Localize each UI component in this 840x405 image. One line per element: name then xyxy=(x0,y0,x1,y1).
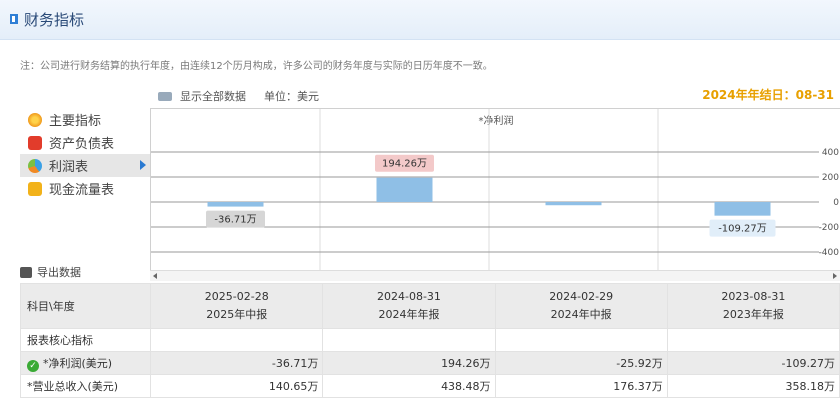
chart-plot: 400 200 0 -200 -400 -36.71万 194.26万 -109.27万 xyxy=(151,109,840,271)
section-title: 财务指标 xyxy=(24,11,85,29)
financial-table: 科目\年度 2025-02-28 2025年中报 2024-08-31 2024年年… xyxy=(19,283,840,398)
fiscal-year-note: 注：公司进行财务结算的执行年度，由连续12个历月构成，许多公司的财务年度与实际的… xyxy=(20,61,493,72)
y-tick-label: -400 xyxy=(819,248,840,258)
chart-toolbar: 显示全部数据 单位：美元 xyxy=(158,88,319,104)
cell-value: 438.48万 xyxy=(322,374,496,398)
period-header: 2025-02-28 2025年中报 xyxy=(150,283,324,329)
net-profit-chart: *净利润 400 200 0 -200 -400 -36.71万 194.26万 -109.2… xyxy=(150,108,840,271)
period-name: 2025年中报 xyxy=(206,308,268,321)
period-date: 2024-08-31 xyxy=(376,290,441,303)
period-header: 2023-08-31 2023年年报 xyxy=(666,283,840,329)
sidebar-item-cash-flow[interactable]: 现金流量表 xyxy=(20,177,150,200)
period-name: 2024年中报 xyxy=(550,308,612,321)
scroll-left-icon[interactable] xyxy=(153,273,157,279)
row-label: *净利润(美元) xyxy=(43,356,113,370)
statement-sidebar: 主要指标 资产负债表 利润表 现金流量表 xyxy=(20,108,150,200)
sidebar-item-label: 利润表 xyxy=(49,160,89,175)
period-header: 2024-08-31 2024年年报 xyxy=(322,283,496,329)
period-name: 2024年年报 xyxy=(378,308,440,321)
y-tick-label: 0 xyxy=(833,198,839,208)
y-tick-label: -200 xyxy=(819,223,840,233)
period-name: 2023年年报 xyxy=(722,308,784,321)
unit-label: 单位：美元 xyxy=(264,90,319,103)
sidebar-item-label: 主要指标 xyxy=(49,114,102,129)
cell-value: -109.27万 xyxy=(666,351,840,375)
export-data-button[interactable]: 导出数据 xyxy=(20,264,81,280)
sidebar-item-income-statement[interactable]: 利润表 xyxy=(20,154,150,177)
period-date: 2023-08-31 xyxy=(721,290,786,303)
row-label: *营业总收入(美元) xyxy=(19,374,152,398)
data-label: -36.71万 xyxy=(214,215,256,226)
bar xyxy=(545,202,602,206)
bar xyxy=(714,202,771,216)
data-label: -109.27万 xyxy=(718,224,767,235)
cash-icon xyxy=(28,181,42,196)
chart-scrollbar[interactable] xyxy=(150,270,840,281)
table-row[interactable]: *营业总收入(美元) 140.65万 438.48万 176.37万 358.1… xyxy=(19,374,840,398)
coin-icon xyxy=(28,112,42,127)
period-date: 2025-02-28 xyxy=(204,290,269,303)
cell-value: -36.71万 xyxy=(150,351,324,375)
sidebar-item-label: 现金流量表 xyxy=(49,183,115,198)
header-label: 科目\年度 xyxy=(19,283,152,329)
bar xyxy=(207,202,264,207)
sidebar-item-label: 资产负债表 xyxy=(49,137,115,152)
cell-value: 140.65万 xyxy=(150,374,324,398)
check-icon: ✓ xyxy=(27,359,39,372)
show-all-label[interactable]: 显示全部数据 xyxy=(180,88,246,104)
export-icon xyxy=(20,266,32,278)
y-tick-label: 200 xyxy=(822,173,839,183)
scroll-right-icon[interactable] xyxy=(833,273,837,279)
document-icon xyxy=(28,135,42,150)
period-header: 2024-02-29 2024年中报 xyxy=(494,283,668,329)
section-marker-icon xyxy=(10,14,18,24)
cell-value: 358.18万 xyxy=(666,374,840,398)
period-date: 2024-02-29 xyxy=(549,290,614,303)
section-label: 报表核心指标 xyxy=(19,328,152,352)
active-arrow-icon xyxy=(140,160,146,170)
data-label: 194.26万 xyxy=(382,159,427,170)
table-row[interactable]: ✓ *净利润(美元) -36.71万 194.26万 -25.92万 -109.2… xyxy=(19,351,840,375)
show-all-toggle-icon[interactable] xyxy=(158,91,172,101)
section-row: 报表核心指标 xyxy=(19,328,840,352)
cell-value: 176.37万 xyxy=(494,374,668,398)
year-end-label: 2024年年结日：08-31 xyxy=(702,88,834,102)
sidebar-item-balance-sheet[interactable]: 资产负债表 xyxy=(20,131,150,154)
table-header-row: 科目\年度 2025-02-28 2025年中报 2024-08-31 2024年年… xyxy=(19,283,840,329)
sidebar-item-main-indicators[interactable]: 主要指标 xyxy=(20,108,150,131)
export-label: 导出数据 xyxy=(37,266,81,279)
pie-chart-icon xyxy=(28,158,42,173)
y-tick-label: 400 xyxy=(822,148,839,158)
section-header: 财务指标 xyxy=(0,0,840,40)
bar xyxy=(376,177,433,202)
cell-value: -25.92万 xyxy=(494,351,668,375)
cell-value: 194.26万 xyxy=(322,351,496,375)
